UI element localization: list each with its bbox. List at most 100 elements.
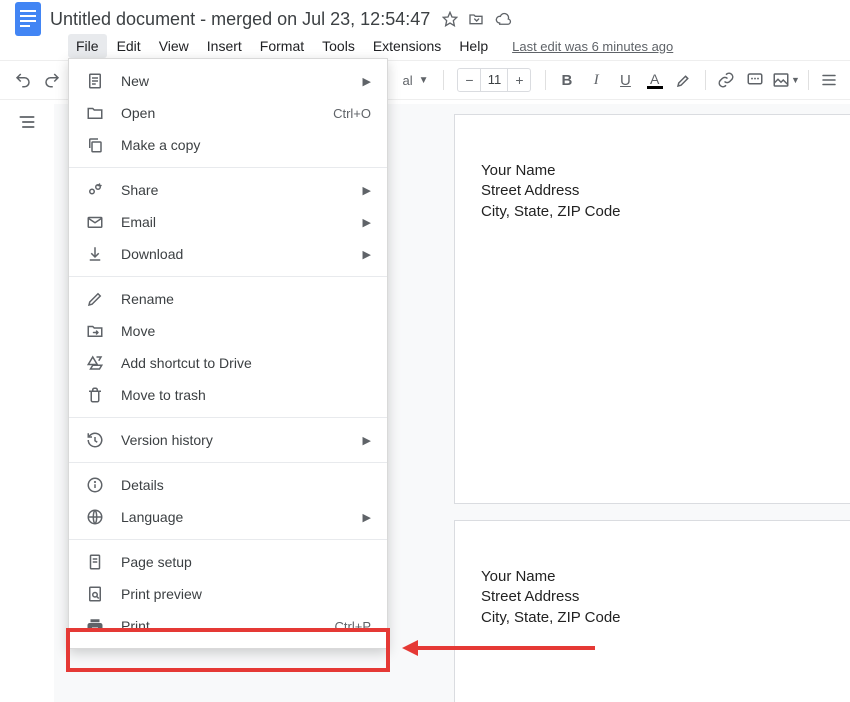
menu-item-label: Print [121, 618, 335, 634]
star-icon[interactable] [442, 11, 458, 27]
file-menu-version-history[interactable]: Version history▶ [69, 424, 387, 456]
chevron-right-icon: ▶ [363, 216, 371, 229]
file-menu-move[interactable]: Move [69, 315, 387, 347]
file-menu-details[interactable]: Details [69, 469, 387, 501]
doc-line: Street Address [481, 587, 850, 607]
text-color-button[interactable]: A [642, 66, 667, 94]
outline-icon[interactable] [13, 108, 41, 136]
menu-bar: File Edit View Insert Format Tools Exten… [0, 32, 850, 60]
link-button[interactable] [714, 66, 739, 94]
file-menu-dropdown: New▶OpenCtrl+OMake a copyShare▶Email▶Dow… [68, 58, 388, 649]
highlight-button[interactable] [671, 66, 696, 94]
menu-item-label: Rename [121, 291, 371, 307]
menu-item-label: Print preview [121, 586, 371, 602]
menu-item-label: Download [121, 246, 363, 262]
file-menu-open[interactable]: OpenCtrl+O [69, 97, 387, 129]
file-menu-move-to-trash[interactable]: Move to trash [69, 379, 387, 411]
chevron-right-icon: ▶ [363, 434, 371, 447]
comment-button[interactable] [743, 66, 768, 94]
page-2[interactable]: Your Name Street Address City, State, ZI… [454, 520, 850, 702]
menu-insert[interactable]: Insert [199, 34, 250, 58]
chevron-right-icon: ▶ [363, 75, 371, 88]
file-menu-print[interactable]: PrintCtrl+P [69, 610, 387, 642]
menu-item-label: Page setup [121, 554, 371, 570]
chevron-down-icon[interactable]: ▼ [419, 75, 429, 86]
file-menu-rename[interactable]: Rename [69, 283, 387, 315]
doc-line: City, State, ZIP Code [481, 202, 850, 222]
separator [443, 70, 444, 90]
menu-help[interactable]: Help [451, 34, 496, 58]
bold-button[interactable]: B [554, 66, 579, 94]
file-menu-share[interactable]: Share▶ [69, 174, 387, 206]
file-menu-page-setup[interactable]: Page setup [69, 546, 387, 578]
page-setup-icon [83, 553, 107, 571]
last-edit-link[interactable]: Last edit was 6 minutes ago [512, 39, 673, 54]
menu-edit[interactable]: Edit [109, 34, 149, 58]
doc-line: Your Name [481, 567, 850, 587]
menu-item-label: Language [121, 509, 363, 525]
font-name-end[interactable]: al [403, 73, 413, 88]
menu-item-label: Version history [121, 432, 363, 448]
info-icon [83, 476, 107, 494]
align-button[interactable] [817, 66, 842, 94]
menu-item-label: Move [121, 323, 371, 339]
menu-tools[interactable]: Tools [314, 34, 363, 58]
share-icon [83, 181, 107, 199]
document-title[interactable]: Untitled document - merged on Jul 23, 12… [50, 9, 430, 30]
underline-button[interactable]: U [613, 66, 638, 94]
font-size-control[interactable]: − 11 + [457, 68, 531, 92]
page-1[interactable]: Your Name Street Address City, State, ZI… [454, 114, 850, 504]
cloud-icon[interactable] [494, 11, 512, 27]
left-rail [0, 72, 54, 136]
separator [705, 70, 706, 90]
menu-extensions[interactable]: Extensions [365, 34, 449, 58]
menu-item-label: Move to trash [121, 387, 371, 403]
increase-font-button[interactable]: + [508, 72, 530, 88]
menu-file[interactable]: File [68, 34, 107, 58]
menu-separator [69, 276, 387, 277]
menu-format[interactable]: Format [252, 34, 312, 58]
drive-shortcut-icon [83, 354, 107, 372]
chevron-right-icon: ▶ [363, 511, 371, 524]
trash-icon [83, 386, 107, 404]
chevron-right-icon: ▶ [363, 184, 371, 197]
rename-icon [83, 290, 107, 308]
menu-item-shortcut: Ctrl+O [333, 106, 371, 121]
file-menu-new[interactable]: New▶ [69, 65, 387, 97]
menu-item-label: Add shortcut to Drive [121, 355, 371, 371]
menu-item-label: Make a copy [121, 137, 371, 153]
folder-icon [83, 104, 107, 122]
copy-icon [83, 136, 107, 154]
docs-logo[interactable] [8, 0, 48, 39]
menu-view[interactable]: View [151, 34, 197, 58]
file-menu-add-shortcut-to-drive[interactable]: Add shortcut to Drive [69, 347, 387, 379]
font-size-value[interactable]: 11 [480, 69, 508, 91]
menu-separator [69, 417, 387, 418]
menu-item-label: Details [121, 477, 371, 493]
menu-separator [69, 539, 387, 540]
menu-separator [69, 462, 387, 463]
separator [808, 70, 809, 90]
image-button[interactable]: ▼ [772, 66, 800, 94]
menu-separator [69, 167, 387, 168]
title-bar: Untitled document - merged on Jul 23, 12… [0, 0, 850, 32]
move-icon [83, 322, 107, 340]
menu-item-label: New [121, 73, 363, 89]
menu-item-shortcut: Ctrl+P [335, 619, 371, 634]
file-menu-language[interactable]: Language▶ [69, 501, 387, 533]
download-icon [83, 245, 107, 263]
menu-item-label: Share [121, 182, 363, 198]
file-menu-print-preview[interactable]: Print preview [69, 578, 387, 610]
folder-move-icon[interactable] [468, 11, 484, 27]
doc-line: City, State, ZIP Code [481, 608, 850, 628]
print-icon [83, 617, 107, 635]
italic-button[interactable]: I [584, 66, 609, 94]
mail-icon [83, 213, 107, 231]
decrease-font-button[interactable]: − [458, 72, 480, 88]
file-menu-make-a-copy[interactable]: Make a copy [69, 129, 387, 161]
doc-line: Your Name [481, 161, 850, 181]
file-menu-email[interactable]: Email▶ [69, 206, 387, 238]
file-menu-download[interactable]: Download▶ [69, 238, 387, 270]
separator [545, 70, 546, 90]
menu-item-label: Open [121, 105, 333, 121]
